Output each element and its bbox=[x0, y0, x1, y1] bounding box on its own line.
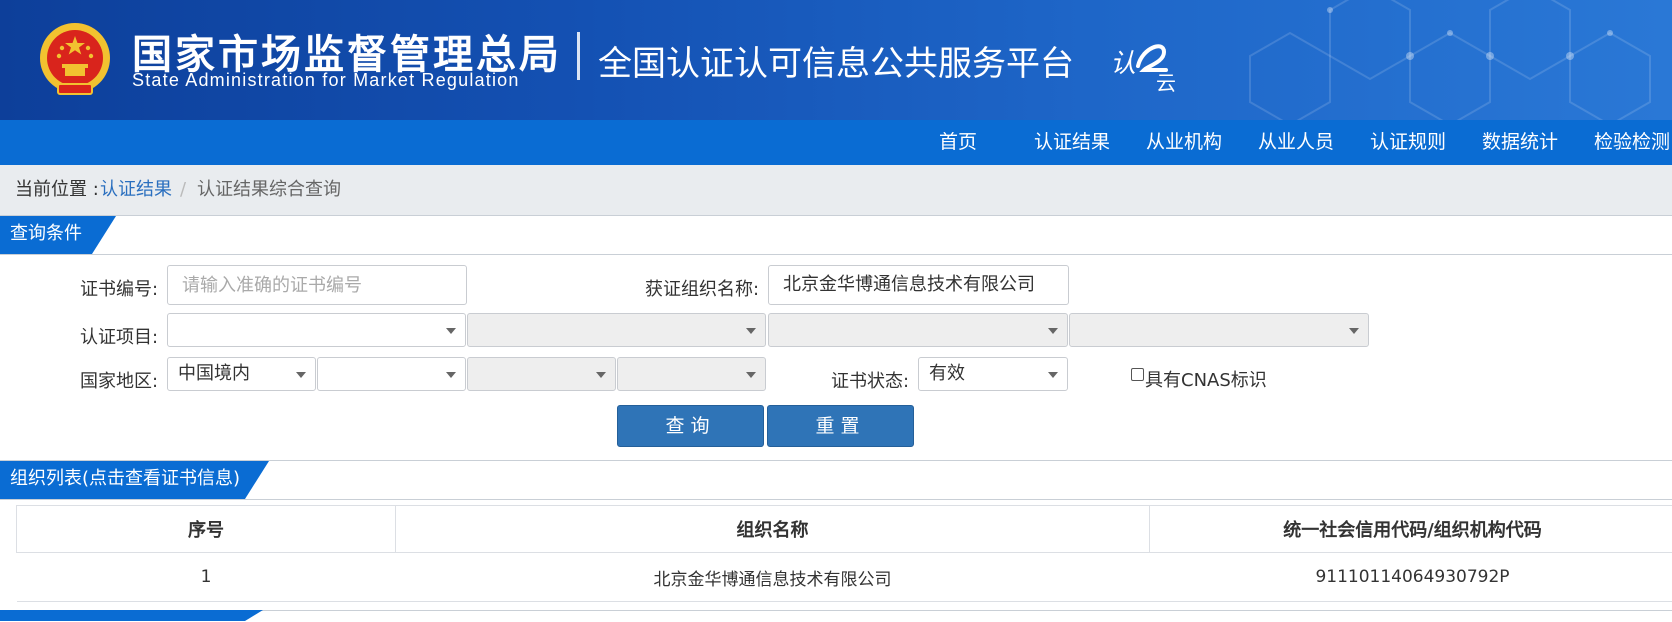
cert-project-label: 认证项目: bbox=[80, 323, 158, 349]
breadcrumb-link-cert-results[interactable]: 认证结果 bbox=[100, 165, 172, 215]
cert-number-input[interactable] bbox=[167, 265, 467, 305]
region-select-1[interactable]: 中国境内 bbox=[167, 357, 316, 391]
cnas-checkbox[interactable] bbox=[1131, 368, 1144, 381]
org-list-table: 序号 组织名称 统一社会信用代码/组织机构代码 1 北京金华博通信息技术有限公司… bbox=[16, 505, 1672, 602]
chevron-down-icon bbox=[596, 372, 606, 378]
cnas-checkbox-label: 具有CNAS标识 bbox=[1145, 366, 1267, 392]
reset-button[interactable]: 重置 bbox=[767, 405, 914, 447]
region-select-2[interactable] bbox=[317, 357, 466, 391]
region-select-1-value: 中国境内 bbox=[178, 363, 250, 384]
org-name-label: 获证组织名称: bbox=[645, 275, 759, 301]
nav-item-cert-rules[interactable]: 认证规则 bbox=[1370, 120, 1446, 165]
nav-item-home[interactable]: 首页 bbox=[939, 120, 977, 165]
cert-number-label: 证书编号: bbox=[80, 275, 158, 301]
cert-project-select-3 bbox=[768, 313, 1068, 347]
org-name-input[interactable]: 北京金华博通信息技术有限公司 bbox=[768, 265, 1069, 305]
platform-title: 全国认证认可信息公共服务平台 bbox=[598, 36, 1074, 85]
nav-item-institutions[interactable]: 从业机构 bbox=[1146, 120, 1222, 165]
cert-status-select-value: 有效 bbox=[929, 363, 965, 384]
platform-logo-char-ren: 认 bbox=[1110, 49, 1136, 79]
site-header: 国家市场监督管理总局 State Administration for Mark… bbox=[0, 0, 1672, 120]
query-section-title: 查询条件 bbox=[0, 216, 92, 254]
cert-status-label: 证书状态: bbox=[831, 367, 909, 393]
next-section-tab bbox=[0, 610, 245, 621]
org-list-section-header: 组织列表(点击查看证书信息) bbox=[0, 460, 1672, 500]
breadcrumb: 当前位置 : 认证结果 / 认证结果综合查询 bbox=[0, 165, 1672, 215]
region-label: 国家地区: bbox=[80, 367, 158, 393]
breadcrumb-separator: / bbox=[180, 165, 186, 215]
chevron-down-icon bbox=[446, 328, 456, 334]
cert-status-select[interactable]: 有效 bbox=[918, 357, 1068, 391]
national-emblem-icon bbox=[38, 20, 112, 100]
cell-credit-code: 91110114064930792P bbox=[1150, 553, 1672, 602]
column-header-index: 序号 bbox=[17, 506, 396, 553]
cell-index: 1 bbox=[17, 553, 396, 602]
breadcrumb-prefix: 当前位置 : bbox=[15, 165, 99, 215]
chevron-down-icon bbox=[1048, 328, 1058, 334]
cell-org-name[interactable]: 北京金华博通信息技术有限公司 bbox=[396, 553, 1150, 602]
column-header-credit-code: 统一社会信用代码/组织机构代码 bbox=[1150, 506, 1672, 553]
breadcrumb-current: 认证结果综合查询 bbox=[197, 165, 341, 215]
agency-name-english: State Administration for Market Regulati… bbox=[132, 70, 520, 91]
table-header-row: 序号 组织名称 统一社会信用代码/组织机构代码 bbox=[17, 506, 1672, 553]
main-nav: 首页 认证结果 从业机构 从业人员 认证规则 数据统计 检验检测 bbox=[0, 120, 1672, 165]
nav-item-cert-results[interactable]: 认证结果 bbox=[1034, 120, 1110, 165]
cert-project-select-2 bbox=[467, 313, 766, 347]
chevron-down-icon bbox=[296, 372, 306, 378]
column-header-org-name: 组织名称 bbox=[396, 506, 1150, 553]
search-button[interactable]: 查询 bbox=[617, 405, 764, 447]
platform-logo: 认 云 bbox=[1108, 36, 1188, 92]
chevron-down-icon bbox=[1349, 328, 1359, 334]
table-row[interactable]: 1 北京金华博通信息技术有限公司 91110114064930792P bbox=[17, 553, 1672, 602]
org-list-section-title: 组织列表(点击查看证书信息) bbox=[0, 461, 245, 499]
nav-item-statistics[interactable]: 数据统计 bbox=[1482, 120, 1558, 165]
chevron-down-icon bbox=[1048, 372, 1058, 378]
region-select-4 bbox=[617, 357, 766, 391]
nav-item-inspection[interactable]: 检验检测 bbox=[1594, 120, 1670, 165]
chevron-down-icon bbox=[746, 328, 756, 334]
header-divider bbox=[577, 32, 580, 80]
nav-item-personnel[interactable]: 从业人员 bbox=[1258, 120, 1334, 165]
cert-project-select-4 bbox=[1069, 313, 1369, 347]
chevron-down-icon bbox=[746, 372, 756, 378]
region-select-3 bbox=[467, 357, 616, 391]
chevron-down-icon bbox=[446, 372, 456, 378]
cert-project-select-1[interactable] bbox=[167, 313, 466, 347]
platform-logo-char-yun: 云 bbox=[1156, 71, 1176, 92]
query-section-header: 查询条件 bbox=[0, 215, 1672, 255]
